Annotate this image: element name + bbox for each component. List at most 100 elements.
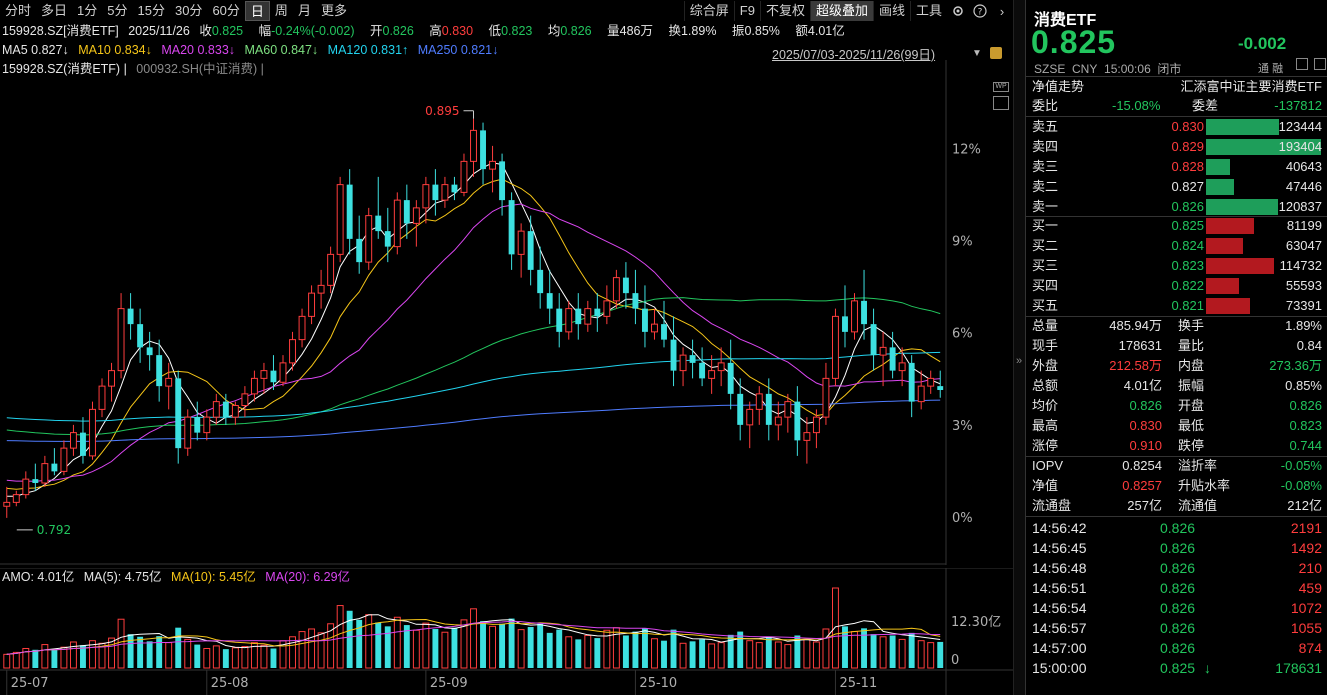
stat-label: IOPV xyxy=(1032,458,1064,473)
asks-row[interactable]: 卖五 0.830 123444 xyxy=(1032,117,1322,137)
list-icon[interactable] xyxy=(1314,58,1326,70)
tool-item-2[interactable]: 不复权 xyxy=(759,1,810,21)
fund-row[interactable]: 净值走势 汇添富中证主要消费ETF xyxy=(1032,77,1322,97)
volume-bar xyxy=(422,622,430,669)
asks-price: 0.828 xyxy=(1171,159,1204,174)
asks-row[interactable]: 卖一 0.826 120837 xyxy=(1032,197,1322,217)
bids-volume: 73391 xyxy=(1285,298,1322,313)
candle-body xyxy=(661,324,667,340)
period-tab-1[interactable]: 多日 xyxy=(36,1,72,21)
bids-row[interactable]: 买三 0.823 114732 xyxy=(1032,256,1322,276)
asks-row[interactable]: 卖四 0.829 193404 xyxy=(1032,137,1322,157)
bids-row[interactable]: 买二 0.824 63047 xyxy=(1032,236,1322,256)
volume-bar xyxy=(556,629,563,668)
candle-body xyxy=(365,215,373,263)
candle xyxy=(699,347,706,387)
candle-body xyxy=(565,308,573,333)
volume-tick: 0 xyxy=(951,653,959,668)
volume-chart[interactable]: 12.30亿 0 25-07 25-08 25-09 25-10 25-11 xyxy=(0,568,1013,695)
tool-item-0[interactable]: 综合屏 xyxy=(683,1,734,21)
bids-row[interactable]: 买一 0.825 81199 xyxy=(1032,216,1322,236)
lock-icon[interactable] xyxy=(990,47,1002,59)
candle-body xyxy=(832,315,839,379)
candle xyxy=(765,378,772,441)
panel-collapse-handle[interactable]: » xyxy=(1013,0,1025,695)
asks-volume: 120837 xyxy=(1278,199,1322,214)
grid-icon[interactable] xyxy=(1296,58,1308,70)
tool-item-3[interactable]: 超级叠加 xyxy=(809,1,873,21)
period-tab-8[interactable]: 周 xyxy=(270,1,293,21)
candle-body xyxy=(699,362,706,379)
volume-bar xyxy=(565,636,573,669)
dropdown-triangle-icon[interactable]: ▼ xyxy=(972,48,982,59)
tool-item-1[interactable]: F9 xyxy=(733,1,760,21)
candle-body xyxy=(765,393,772,425)
tool-item-5[interactable]: 工具 xyxy=(909,1,947,21)
candle-body xyxy=(794,401,801,441)
bids-row[interactable]: 买四 0.822 55593 xyxy=(1032,276,1322,296)
svg-text:?: ? xyxy=(978,8,983,18)
ma10-label: MA10 0.834↓ xyxy=(78,43,152,57)
candle-body xyxy=(346,184,353,239)
candle xyxy=(917,370,925,410)
candle-body xyxy=(774,416,782,426)
bids-label: 买一 xyxy=(1032,218,1059,233)
stat-label: 开盘 xyxy=(1178,398,1205,413)
volume-bar xyxy=(527,627,534,668)
candle-body xyxy=(632,293,639,309)
candle xyxy=(241,386,249,418)
volume-bar xyxy=(927,642,935,669)
bids-volume: 114732 xyxy=(1279,258,1322,273)
bids-price: 0.822 xyxy=(1171,278,1204,293)
candle xyxy=(594,293,601,332)
ma10-line xyxy=(6,178,941,490)
period-tab-6[interactable]: 60分 xyxy=(207,1,244,21)
period-tab-10[interactable]: 更多 xyxy=(316,1,352,21)
volume-bar xyxy=(432,628,439,668)
candle-body xyxy=(260,370,268,379)
stat-value: -0.08% xyxy=(1280,478,1322,493)
candle xyxy=(470,118,477,177)
period-tab-7[interactable]: 日 xyxy=(244,1,270,21)
candle xyxy=(575,293,582,340)
asks-row[interactable]: 卖三 0.828 40643 xyxy=(1032,157,1322,177)
amo-label: AMO: 4.01亿 xyxy=(2,570,75,584)
help-icon[interactable]: ? xyxy=(969,1,991,21)
turnover-value: 1.89% xyxy=(680,24,717,38)
volume-bar xyxy=(937,641,944,668)
price-chart[interactable]: 12% 9% 6% 3% 0% 0.895 0.792 xyxy=(0,60,1013,565)
chevron-right-icon[interactable]: » xyxy=(1016,355,1022,367)
bids-row[interactable]: 买五 0.821 73391 xyxy=(1032,296,1322,316)
chevron-right-icon[interactable]: › xyxy=(991,1,1013,21)
stat-row: 现手 178631 量比 0.84 xyxy=(1032,336,1322,356)
period-tab-5[interactable]: 30分 xyxy=(170,1,207,21)
period-toolbar: 分时 多日 1分 5分 15分 30分 60分日周月更多 综合屏 F9 不复权 超级叠加 画线 工具 … xyxy=(0,0,1013,22)
volume-bar xyxy=(365,614,373,669)
stat-label: 升贴水率 xyxy=(1178,478,1231,493)
period-tab-3[interactable]: 5分 xyxy=(102,1,132,21)
volume-bar xyxy=(156,636,163,668)
candle xyxy=(441,176,449,208)
period-tab-0[interactable]: 分时 xyxy=(0,1,36,21)
pct-tick: 12% xyxy=(952,143,981,158)
tool-item-4[interactable]: 画线 xyxy=(872,1,910,21)
candle xyxy=(889,331,896,379)
x-tick: 25-09 xyxy=(430,676,468,691)
asks-row[interactable]: 卖二 0.827 47446 xyxy=(1032,177,1322,197)
volume-bar xyxy=(670,629,677,668)
stat-value: 4.01亿 xyxy=(1123,378,1162,393)
candle-body xyxy=(317,284,325,294)
asks-price: 0.827 xyxy=(1171,179,1204,194)
candle-body xyxy=(917,385,925,403)
gear-icon[interactable] xyxy=(947,1,969,21)
vol-ma10-label: MA(10): 5.45亿 xyxy=(171,570,256,584)
candle-body xyxy=(89,408,96,457)
volume-bar xyxy=(175,627,182,668)
candle-body xyxy=(937,386,944,390)
tick-volume: 1072 xyxy=(1290,600,1322,616)
period-tab-2[interactable]: 1分 xyxy=(72,1,102,21)
period-tab-4[interactable]: 15分 xyxy=(133,1,170,21)
candle-body xyxy=(642,308,648,332)
period-tab-9[interactable]: 月 xyxy=(293,1,316,21)
volume-bar xyxy=(12,651,20,669)
